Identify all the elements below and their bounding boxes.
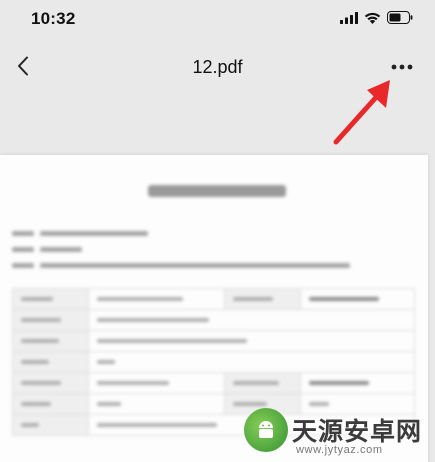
- document-heading: [148, 185, 286, 197]
- watermark-url: www.jytyaz.com: [296, 444, 383, 456]
- more-horizontal-icon: [391, 64, 413, 70]
- info-value: [40, 231, 148, 236]
- document-title: 12.pdf: [192, 57, 243, 77]
- info-value: [40, 263, 350, 268]
- battery-icon: [387, 11, 413, 24]
- info-label: [12, 263, 34, 268]
- more-options-button[interactable]: [387, 58, 417, 76]
- table-row: [12, 372, 415, 394]
- info-label: [12, 247, 34, 252]
- signal-icon: [340, 11, 358, 24]
- table-row: [12, 288, 415, 310]
- red-arrow-annotation: [333, 80, 390, 145]
- table-row: [12, 330, 415, 352]
- wifi-icon: [364, 12, 381, 24]
- status-icons: [340, 11, 413, 24]
- info-label: [12, 231, 34, 236]
- status-bar: 10:32: [0, 0, 435, 38]
- info-value: [40, 247, 82, 252]
- table-row: [12, 351, 415, 373]
- site-watermark: 天源安卓网 www.jytyaz.com: [238, 400, 435, 462]
- table-row: [12, 309, 415, 331]
- watermark-logo-icon: [244, 408, 288, 452]
- android-robot-icon: [259, 421, 273, 438]
- status-time: 10:32: [31, 9, 76, 28]
- watermark-title: 天源安卓网: [292, 417, 423, 446]
